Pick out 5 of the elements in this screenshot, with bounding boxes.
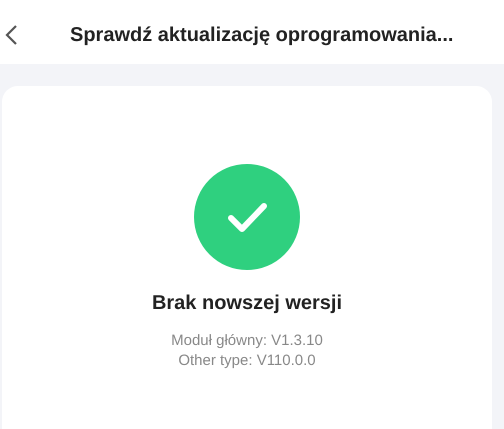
status-title: Brak nowszej wersji: [152, 292, 342, 315]
back-icon[interactable]: [4, 24, 18, 46]
version-text: Other type: V110.0.0: [178, 351, 316, 371]
version-text: Moduł główny: V1.3.10: [171, 331, 323, 351]
page-title: Sprawdź aktualizację oprogramowania...: [70, 24, 454, 46]
